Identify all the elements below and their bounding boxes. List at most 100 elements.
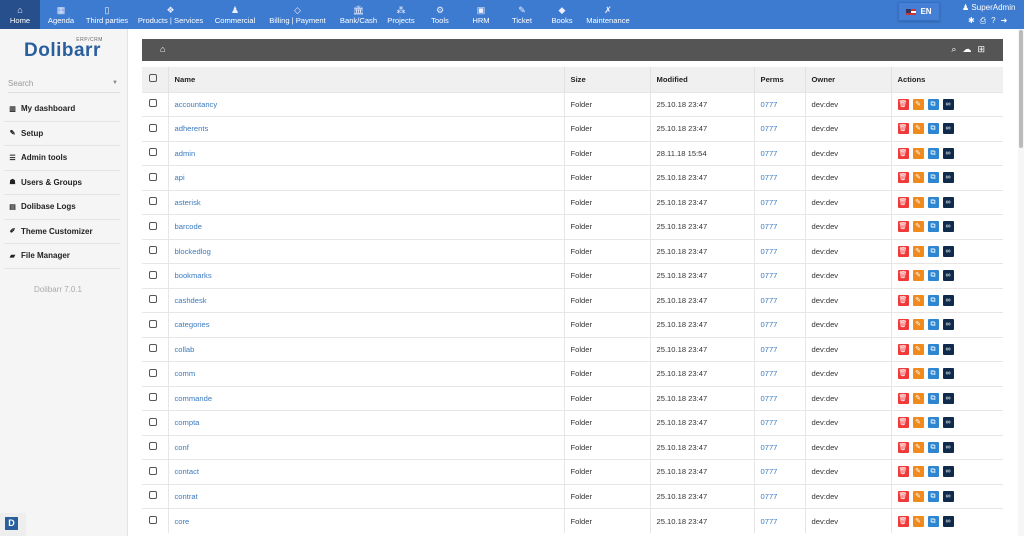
row-checkbox[interactable] (149, 295, 157, 304)
rename-icon[interactable]: ✎ (912, 123, 924, 135)
perms-link[interactable]: 0777 (761, 100, 778, 109)
search-select[interactable]: Search ▼ (8, 79, 120, 93)
perms-link[interactable]: 0777 (761, 320, 778, 329)
delete-icon[interactable]: 🗑 (897, 392, 909, 404)
nav-ticket[interactable]: ✎ Ticket (502, 0, 542, 29)
row-checkbox[interactable] (149, 516, 157, 524)
copy-icon[interactable]: ⧉ (927, 466, 939, 478)
delete-icon[interactable]: 🗑 (897, 147, 909, 159)
rename-icon[interactable]: ✎ (912, 98, 924, 110)
delete-icon[interactable]: 🗑 (897, 221, 909, 233)
copy-icon[interactable]: ⧉ (927, 515, 939, 527)
link-icon[interactable]: ∞ (942, 515, 954, 527)
sidebar-item-file-manager[interactable]: ▰ File Manager (4, 244, 120, 269)
rename-icon[interactable]: ✎ (912, 515, 924, 527)
folder-link[interactable]: compta (175, 418, 200, 427)
folder-link[interactable]: contrat (175, 492, 198, 501)
perms-link[interactable]: 0777 (761, 296, 778, 305)
copy-icon[interactable]: ⧉ (927, 123, 939, 135)
copy-icon[interactable]: ⧉ (927, 368, 939, 380)
rename-icon[interactable]: ✎ (912, 417, 924, 429)
copy-icon[interactable]: ⧉ (927, 490, 939, 502)
row-checkbox[interactable] (149, 466, 157, 475)
perms-link[interactable]: 0777 (761, 467, 778, 476)
delete-icon[interactable]: 🗑 (897, 270, 909, 282)
folder-link[interactable]: contact (175, 467, 199, 476)
col-modified[interactable]: Modified (649, 67, 754, 92)
nav-commercial[interactable]: ♟ Commercial (210, 0, 260, 29)
folder-link[interactable]: blockedlog (175, 247, 211, 256)
row-checkbox[interactable] (149, 172, 157, 181)
col-perms[interactable]: Perms (753, 67, 805, 92)
rename-icon[interactable]: ✎ (912, 172, 924, 184)
perms-link[interactable]: 0777 (761, 222, 778, 231)
perms-link[interactable]: 0777 (761, 271, 778, 280)
row-checkbox[interactable] (149, 417, 157, 426)
perms-link[interactable]: 0777 (761, 173, 778, 182)
copy-icon[interactable]: ⧉ (927, 245, 939, 257)
copy-icon[interactable]: ⧉ (927, 441, 939, 453)
delete-icon[interactable]: 🗑 (897, 441, 909, 453)
perms-link[interactable]: 0777 (761, 247, 778, 256)
scrollbar-thumb[interactable] (1019, 30, 1023, 148)
sidebar-item-setup[interactable]: ✎ Setup (4, 122, 120, 146)
link-icon[interactable]: ∞ (942, 490, 954, 502)
folder-link[interactable]: collab (175, 345, 195, 354)
search-icon[interactable]: ⌕ (951, 44, 956, 55)
rename-icon[interactable]: ✎ (912, 490, 924, 502)
nav-hrm[interactable]: ▣ HRM (460, 0, 502, 29)
link-icon[interactable]: ∞ (942, 343, 954, 355)
nav-agenda[interactable]: ▦ Agenda (40, 0, 82, 29)
folder-link[interactable]: conf (175, 443, 189, 452)
sidebar-item-admin-tools[interactable]: ☰ Admin tools (4, 146, 120, 171)
perms-link[interactable]: 0777 (761, 124, 778, 133)
nav-projects[interactable]: ⁂ Projects (382, 0, 420, 29)
rename-icon[interactable]: ✎ (912, 221, 924, 233)
delete-icon[interactable]: 🗑 (897, 294, 909, 306)
link-icon[interactable]: ∞ (942, 147, 954, 159)
rename-icon[interactable]: ✎ (912, 392, 924, 404)
nav-billing-payment[interactable]: ◇ Billing | Payment (264, 0, 331, 29)
copy-icon[interactable]: ⧉ (927, 147, 939, 159)
debug-badge[interactable]: D (5, 517, 18, 530)
delete-icon[interactable]: 🗑 (897, 196, 909, 208)
perms-link[interactable]: 0777 (761, 369, 778, 378)
folder-link[interactable]: commande (175, 394, 213, 403)
delete-icon[interactable]: 🗑 (897, 123, 909, 135)
link-icon[interactable]: ∞ (942, 319, 954, 331)
delete-icon[interactable]: 🗑 (897, 490, 909, 502)
row-checkbox[interactable] (149, 368, 157, 377)
rename-icon[interactable]: ✎ (912, 441, 924, 453)
folder-link[interactable]: barcode (175, 222, 202, 231)
delete-icon[interactable]: 🗑 (897, 515, 909, 527)
copy-icon[interactable]: ⧉ (927, 221, 939, 233)
folder-link[interactable]: cashdesk (175, 296, 207, 305)
col-size[interactable]: Size (563, 67, 650, 92)
folder-link[interactable]: api (175, 173, 185, 182)
row-checkbox[interactable] (149, 344, 157, 353)
perms-link[interactable]: 0777 (761, 517, 778, 526)
folder-link[interactable]: core (175, 517, 190, 526)
copy-icon[interactable]: ⧉ (927, 98, 939, 110)
select-all-checkbox[interactable] (149, 74, 157, 83)
row-checkbox[interactable] (149, 221, 157, 230)
link-icon[interactable]: ∞ (942, 392, 954, 404)
link-icon[interactable]: ∞ (942, 98, 954, 110)
nav-home[interactable]: ⌂ Home (0, 0, 40, 29)
copy-icon[interactable]: ⧉ (927, 417, 939, 429)
delete-icon[interactable]: 🗑 (897, 343, 909, 355)
row-checkbox[interactable] (149, 246, 157, 255)
nav-products-services[interactable]: ❖ Products | Services (133, 0, 208, 29)
row-checkbox[interactable] (149, 491, 157, 500)
link-icon[interactable]: ∞ (942, 466, 954, 478)
folder-link[interactable]: accountancy (175, 100, 218, 109)
rename-icon[interactable]: ✎ (912, 343, 924, 355)
link-icon[interactable]: ∞ (942, 196, 954, 208)
sidebar-item-theme-customizer[interactable]: ✐ Theme Customizer (4, 220, 120, 244)
logo[interactable]: Dolibarr ERP/CRM (24, 37, 102, 62)
link-icon[interactable]: ∞ (942, 441, 954, 453)
user-menu[interactable]: ♟ SuperAdmin (962, 3, 1015, 12)
copy-icon[interactable]: ⧉ (927, 319, 939, 331)
nav-maintenance[interactable]: ✗ Maintenance (582, 0, 634, 29)
perms-link[interactable]: 0777 (761, 492, 778, 501)
